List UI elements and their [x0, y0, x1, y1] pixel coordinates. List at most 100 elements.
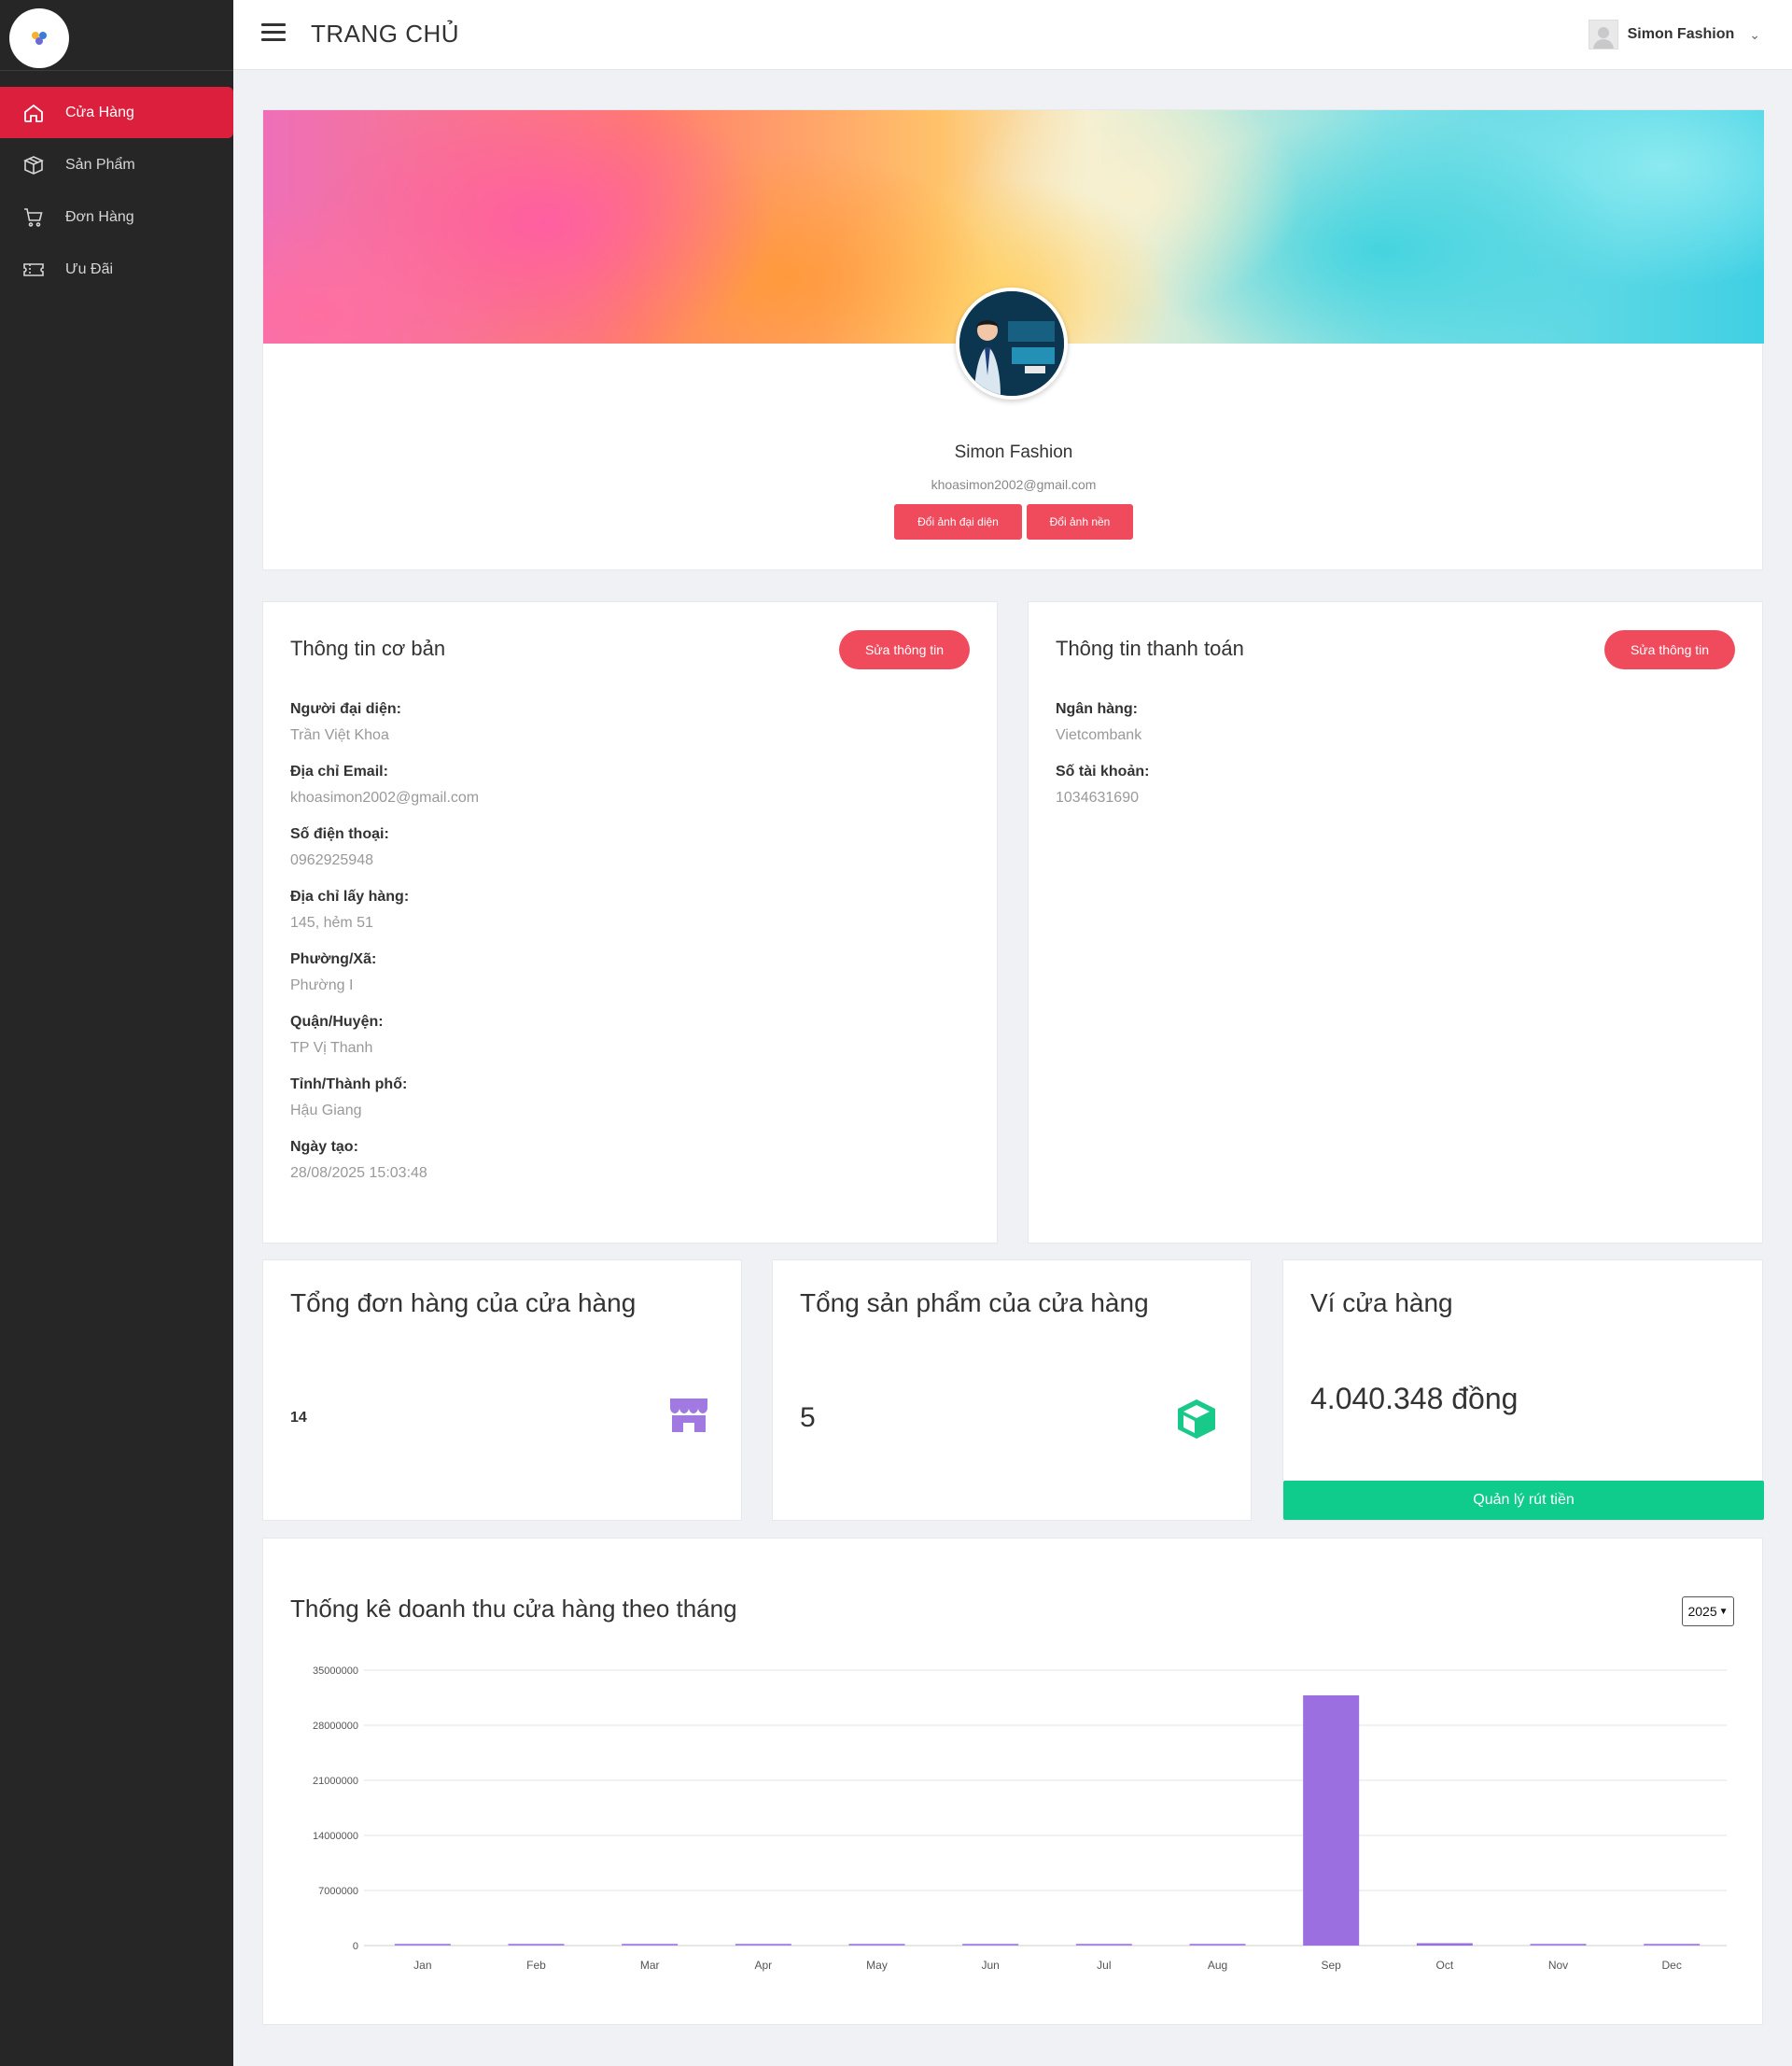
shop-logo[interactable]: [9, 8, 69, 68]
x-tick-label: Mar: [640, 1959, 660, 1972]
sidebar-item-promotions[interactable]: Ưu Đãi: [0, 244, 233, 295]
edit-basic-info-button[interactable]: Sửa thông tin: [839, 630, 970, 669]
x-tick-label: Feb: [526, 1959, 546, 1972]
logo-icon: [32, 32, 47, 45]
bar-oct[interactable]: [1416, 1943, 1473, 1946]
avatar-image: [959, 291, 1064, 396]
y-tick-label: 0: [353, 1941, 358, 1952]
wallet-stat-card: Ví cửa hàng 4.040.348 đồng Quản lý rút t…: [1282, 1259, 1764, 1521]
bar-jan[interactable]: [394, 1944, 451, 1946]
user-avatar: [1588, 20, 1618, 49]
bar-sep[interactable]: [1303, 1694, 1360, 1946]
sidebar-item-products[interactable]: Sản Phẩm: [0, 139, 233, 190]
profile-card: Simon Fashion khoasimon2002@gmail.com Đổ…: [262, 109, 1764, 570]
field-value: Vietcombank: [1056, 727, 1142, 743]
user-icon: [1592, 27, 1614, 49]
payment-info-fields: Ngân hàng: Vietcombank Số tài khoản: 10346…: [1056, 700, 1149, 825]
sidebar-header: [0, 0, 233, 71]
manage-withdrawal-button[interactable]: Quản lý rút tiền: [1283, 1481, 1764, 1520]
field-value: 28/08/2025 15:03:48: [290, 1165, 427, 1181]
sidebar-item-label: Đơn Hàng: [65, 208, 134, 225]
field-value: 1034631690: [1056, 790, 1139, 806]
orders-stat-title: Tổng đơn hàng của cửa hàng: [290, 1288, 637, 1317]
field-value: 145, hẻm 51: [290, 915, 373, 931]
menu-toggle-icon[interactable]: [261, 23, 286, 44]
field-value: khoasimon2002@gmail.com: [290, 790, 480, 806]
x-tick-label: Dec: [1661, 1959, 1681, 1972]
change-cover-button[interactable]: Đổi ảnh nền: [1027, 504, 1133, 540]
x-tick-label: Oct: [1435, 1959, 1453, 1972]
sidebar-item-label: Ưu Đãi: [65, 260, 114, 277]
basic-info-title: Thông tin cơ bản: [290, 637, 446, 660]
payment-info-title: Thông tin thanh toán: [1056, 637, 1244, 660]
box-icon: [23, 155, 44, 175]
field-representative: Người đại diện: Trần Việt Khoa: [290, 700, 479, 763]
field-value: Trần Việt Khoa: [290, 727, 389, 743]
sidebar-item-orders[interactable]: Đơn Hàng: [0, 191, 233, 243]
user-menu[interactable]: Simon Fashion ⌄: [1588, 20, 1760, 49]
field-value: Phường I: [290, 977, 354, 993]
x-tick-label: Jan: [413, 1959, 431, 1972]
y-tick-label: 7000000: [318, 1886, 358, 1897]
shop-name: Simon Fashion: [954, 443, 1073, 462]
chevron-down-icon: ⌄: [1749, 26, 1760, 42]
field-value: 0962925948: [290, 852, 373, 868]
y-tick-label: 21000000: [313, 1776, 358, 1787]
bar-mar[interactable]: [622, 1944, 679, 1946]
payment-info-card: Thông tin thanh toán Sửa thông tin Ngân …: [1028, 601, 1763, 1244]
bar-may[interactable]: [848, 1944, 905, 1946]
top-header: TRANG CHỦ Simon Fashion ⌄: [233, 0, 1792, 70]
x-tick-label: Jun: [981, 1959, 999, 1972]
field-label: Quận/Huyện:: [290, 1014, 384, 1030]
y-tick-label: 28000000: [313, 1721, 358, 1732]
field-province: Tỉnh/Thành phố: Hậu Giang: [290, 1075, 479, 1138]
ticket-icon: [23, 262, 44, 276]
x-tick-label: Nov: [1548, 1959, 1568, 1972]
y-tick-label: 35000000: [313, 1665, 358, 1677]
y-tick-label: 14000000: [313, 1831, 358, 1842]
field-phone: Số điện thoại: 0962925948: [290, 825, 479, 888]
sidebar-item-shop[interactable]: Cửa Hàng: [0, 87, 233, 138]
field-ward: Phường/Xã: Phường I: [290, 950, 479, 1013]
bar-jun[interactable]: [962, 1944, 1019, 1946]
field-label: Ngày tạo:: [290, 1139, 358, 1155]
shop-email: khoasimon2002@gmail.com: [931, 477, 1097, 492]
cart-icon: [24, 207, 43, 227]
field-value: Hậu Giang: [290, 1103, 362, 1118]
bar-dec[interactable]: [1644, 1944, 1701, 1946]
x-tick-label: May: [866, 1959, 888, 1972]
bar-feb[interactable]: [508, 1944, 565, 1946]
x-tick-label: Jul: [1097, 1959, 1111, 1972]
bar-apr[interactable]: [735, 1944, 791, 1946]
orders-stat-value: 14: [290, 1410, 307, 1426]
products-stat-title: Tổng sản phẩm của cửa hàng: [800, 1288, 1149, 1317]
field-value: TP Vị Thanh: [290, 1040, 373, 1056]
sidebar-item-label: Sản Phẩm: [65, 156, 135, 173]
bar-jul[interactable]: [1075, 1944, 1132, 1946]
shop-avatar: [956, 288, 1068, 400]
package-icon: [1178, 1399, 1215, 1439]
basic-info-card: Thông tin cơ bản Sửa thông tin Người đại…: [262, 601, 998, 1244]
field-label: Số điện thoại:: [290, 826, 389, 842]
field-email: Địa chỉ Email: khoasimon2002@gmail.com: [290, 763, 479, 825]
field-label: Phường/Xã:: [290, 951, 377, 967]
sidebar: Cửa Hàng Sản Phẩm Đơn Hàng Ưu Đãi: [0, 0, 233, 2066]
store-icon: [670, 1398, 707, 1432]
field-bank: Ngân hàng: Vietcombank: [1056, 700, 1149, 763]
field-label: Địa chỉ lấy hàng:: [290, 889, 410, 905]
revenue-bar-chart: 0 7000000 14000000 21000000 28000000 35000000…: [313, 1665, 1727, 1972]
orders-stat-card: Tổng đơn hàng của cửa hàng 14: [262, 1259, 742, 1521]
user-name: Simon Fashion: [1627, 26, 1735, 42]
bar-aug[interactable]: [1189, 1944, 1246, 1946]
change-avatar-button[interactable]: Đổi ảnh đại diện: [894, 504, 1022, 540]
sidebar-item-label: Cửa Hàng: [65, 104, 134, 120]
field-label: Ngân hàng:: [1056, 701, 1138, 717]
field-label: Người đại diện:: [290, 701, 401, 717]
field-district: Quận/Huyện: TP Vị Thanh: [290, 1013, 479, 1075]
field-label: Số tài khoản:: [1056, 764, 1150, 780]
page-title: TRANG CHỦ: [311, 20, 460, 48]
edit-payment-info-button[interactable]: Sửa thông tin: [1604, 630, 1735, 669]
field-label: Tỉnh/Thành phố:: [290, 1076, 408, 1092]
bar-nov[interactable]: [1530, 1944, 1587, 1946]
x-tick-label: Apr: [754, 1959, 772, 1972]
